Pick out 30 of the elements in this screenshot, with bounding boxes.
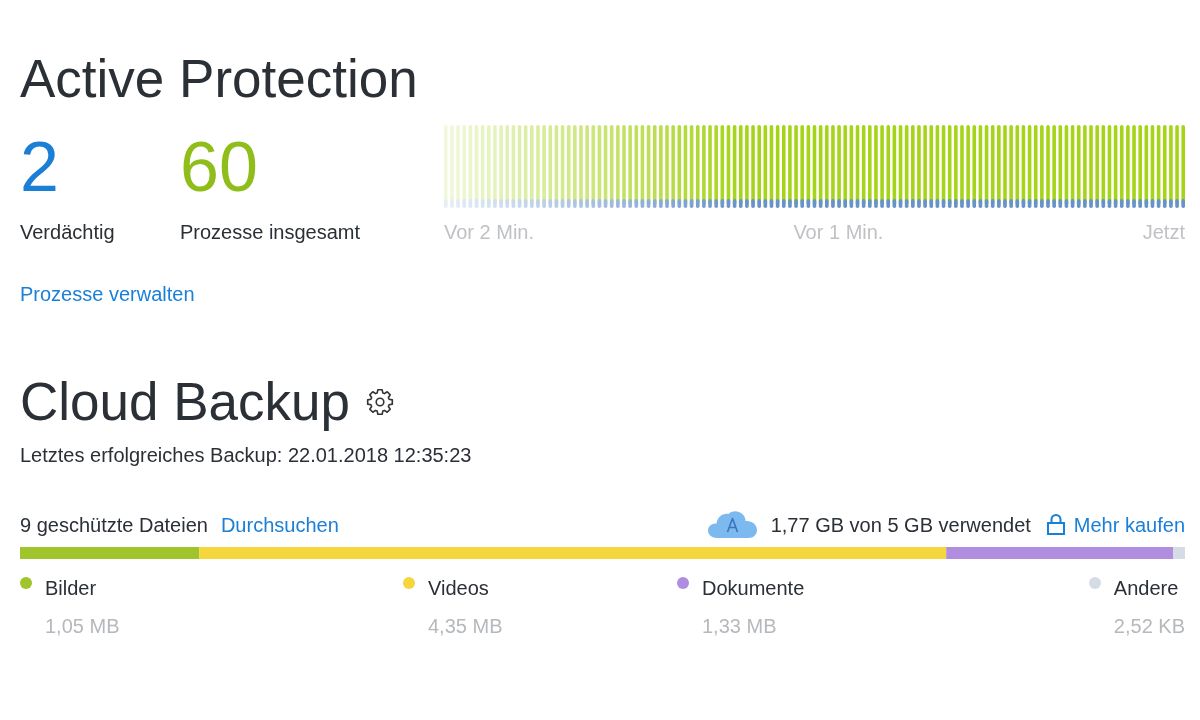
category-size: 2,52 KB (1113, 614, 1185, 638)
stat-value: 2 (20, 130, 59, 204)
manage-processes-link[interactable]: Prozesse verwalten (20, 282, 195, 306)
browse-link[interactable]: Durchsuchen (220, 512, 339, 537)
category-size: 1,05 MB (45, 614, 120, 638)
bar (199, 547, 947, 559)
legend-label: Andere (1113, 576, 1179, 600)
legend-label: Dokumente (702, 576, 805, 600)
stat-value: 60 (180, 130, 258, 204)
legend-label: Videos (428, 576, 489, 600)
time-label: Vor 1 Min. (793, 220, 884, 244)
time-label: Vor 2 Min. (444, 220, 535, 244)
bar (946, 547, 1174, 559)
section-title: Active Protection (20, 48, 418, 110)
buy-more-link[interactable]: Mehr kaufen (1046, 512, 1185, 537)
stat-label: Prozesse insgesamt (180, 220, 361, 244)
storage-usage-text: 1,77 GB von 5 GB verwendet (770, 512, 1031, 537)
settings-icon[interactable] (366, 388, 394, 416)
stat-label: Verdächtig (20, 220, 115, 244)
last-backup-text: Letztes erfolgreiches Backup: 22.01.2018 12:35:23 (20, 443, 472, 467)
bar (20, 547, 200, 559)
bar (1173, 547, 1185, 559)
category-size: 1,33 MB (702, 614, 777, 638)
lock-icon (1046, 514, 1065, 535)
category-size: 4,35 MB (428, 614, 503, 638)
cloud-icon (707, 511, 757, 538)
section-title: Cloud Backup (20, 371, 350, 433)
time-label: Jetzt (1142, 220, 1185, 244)
protected-files-count: 9 geschützte Dateien (20, 512, 208, 537)
legend-label: Bilder (45, 576, 97, 600)
